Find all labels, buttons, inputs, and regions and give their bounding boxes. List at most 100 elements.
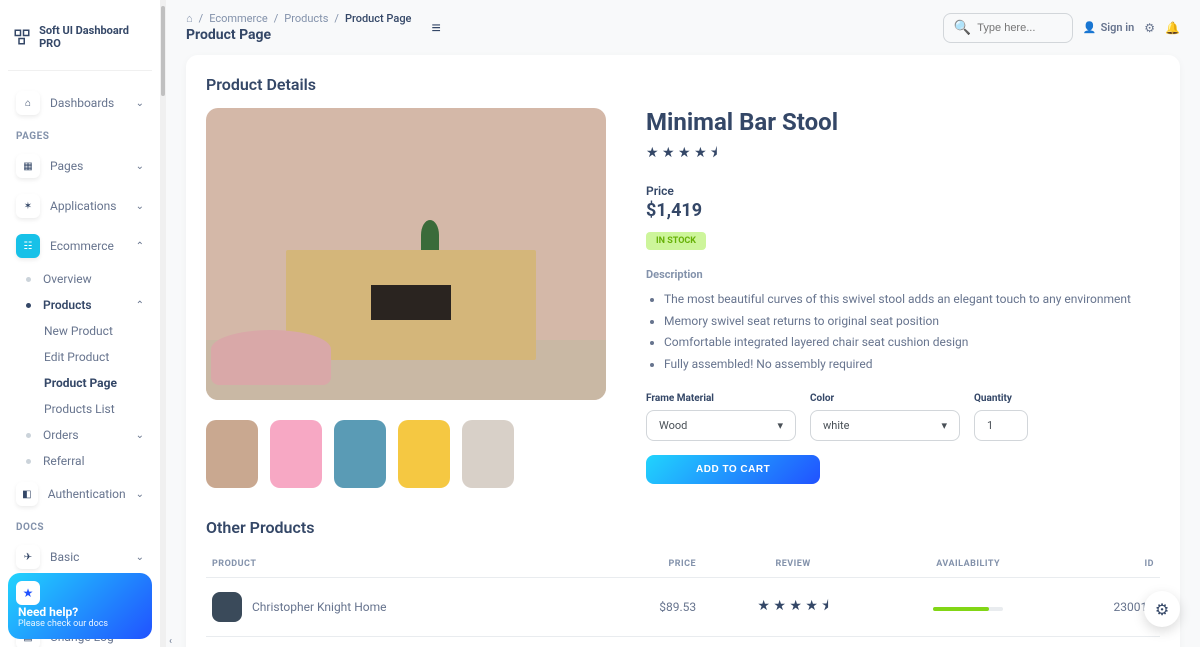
search-icon: 🔍 <box>954 20 971 36</box>
nav-section-pages: PAGES <box>8 123 152 146</box>
chevron-down-icon: ⌄ <box>136 161 144 172</box>
sidebar-subsub-edit-product[interactable]: Edit Product <box>8 344 152 370</box>
col-review: REVIEW <box>702 551 884 578</box>
home-icon[interactable]: ⌂ <box>186 12 193 25</box>
chevron-down-icon: ⌄ <box>136 552 144 563</box>
breadcrumb: ⌂ / Ecommerce / Products / Product Page <box>186 12 411 25</box>
sidebar-item-authentication[interactable]: ◧ Authentication ⌄ <box>8 474 152 514</box>
other-products-table: PRODUCT PRICE REVIEW AVAILABILITY ID Chr… <box>206 551 1160 647</box>
bullet-icon <box>26 459 31 464</box>
chevron-up-icon: ⌃ <box>136 241 144 252</box>
description-item: Memory swivel seat returns to original s… <box>664 311 1160 333</box>
page-title: Product Page <box>186 27 411 43</box>
availability-bar <box>933 607 1003 611</box>
sidebar-sub-orders[interactable]: Orders ⌄ <box>8 422 152 448</box>
product-rating: ★ ★ ★ ★ ⯨ <box>646 142 1160 166</box>
applications-icon: ✶ <box>16 194 40 218</box>
stock-badge: IN STOCK <box>646 232 706 250</box>
product-card: Product Details <box>186 55 1180 647</box>
add-to-cart-button[interactable]: ADD TO CART <box>646 455 820 484</box>
pages-icon: ▦ <box>16 154 40 178</box>
sidebar-item-basic[interactable]: ✈ Basic ⌄ <box>8 537 152 577</box>
description-item: Fully assembled! No assembly required <box>664 354 1160 376</box>
sidebar-item-ecommerce[interactable]: ☷ Ecommerce ⌃ <box>8 226 152 266</box>
rating-stars: ★ ★ ★ ★ ⯨ <box>757 598 829 614</box>
sidebar-item-pages[interactable]: ▦ Pages ⌄ <box>8 146 152 186</box>
quantity-label: Quantity <box>974 393 1028 404</box>
col-id: ID <box>1052 551 1160 578</box>
chevron-down-icon: ⌄ <box>136 430 144 441</box>
sidebar-item-dashboards[interactable]: ⌂ Dashboards ⌄ <box>8 83 152 123</box>
product-thumbnail[interactable] <box>398 420 450 488</box>
basic-icon: ✈ <box>16 545 40 569</box>
product-thumbnail[interactable] <box>462 420 514 488</box>
table-row[interactable]: Christopher Knight Home $89.53 ★ ★ ★ ★ ⯨… <box>206 578 1160 637</box>
sidebar-sub-products[interactable]: Products ⌃ <box>8 292 152 318</box>
product-thumbnail[interactable] <box>270 420 322 488</box>
product-price: $1,419 <box>646 200 1160 221</box>
table-row[interactable]: Bar Height Swivel Barstool $99.99 ★ ★ ★ … <box>206 637 1160 647</box>
sidebar: Soft UI Dashboard PRO ⌂ Dashboards ⌄ PAG… <box>0 0 160 647</box>
search-input[interactable] <box>977 22 1062 34</box>
gear-icon[interactable]: ⚙ <box>1144 21 1155 35</box>
ecommerce-icon: ☷ <box>16 234 40 258</box>
quantity-input[interactable]: 1 <box>974 410 1028 441</box>
sign-in-link[interactable]: 👤 Sign in <box>1083 21 1134 34</box>
authentication-icon: ◧ <box>16 482 38 506</box>
description-item: The most beautiful curves of this swivel… <box>664 289 1160 311</box>
product-thumbnail[interactable] <box>206 420 258 488</box>
color-select[interactable]: white ▾ <box>810 410 960 441</box>
description-item: Comfortable integrated layered chair sea… <box>664 332 1160 354</box>
bell-icon[interactable]: 🔔 <box>1165 21 1180 35</box>
bullet-icon <box>26 433 31 438</box>
description-list: The most beautiful curves of this swivel… <box>646 289 1160 375</box>
product-name: Minimal Bar Stool <box>646 108 1160 136</box>
hamburger-icon[interactable]: ≡ <box>431 18 440 38</box>
chevron-down-icon: ⌄ <box>136 98 144 109</box>
col-availability: AVAILABILITY <box>884 551 1052 578</box>
sidebar-subsub-new-product[interactable]: New Product <box>8 318 152 344</box>
product-main-image[interactable] <box>206 108 606 400</box>
chevron-down-icon: ⌄ <box>136 489 144 500</box>
sidebar-subsub-product-page[interactable]: Product Page <box>8 370 152 396</box>
product-thumbnail[interactable] <box>334 420 386 488</box>
chevron-down-icon: ▾ <box>777 419 783 432</box>
sidebar-sub-overview[interactable]: Overview <box>8 266 152 292</box>
sidebar-subsub-products-list[interactable]: Products List <box>8 396 152 422</box>
sidebar-sub-referral[interactable]: Referral <box>8 448 152 474</box>
topbar: ⌂ / Ecommerce / Products / Product Page … <box>186 12 1180 43</box>
brand-logo[interactable]: Soft UI Dashboard PRO <box>8 16 152 71</box>
product-gallery <box>206 108 606 488</box>
price-label: Price <box>646 184 1160 198</box>
help-title: Need help? <box>18 605 142 619</box>
other-products-heading: Other Products <box>206 518 1160 537</box>
col-price: PRICE <box>602 551 702 578</box>
main-content: ⌂ / Ecommerce / Products / Product Page … <box>166 0 1200 647</box>
dashboard-icon: ⌂ <box>16 91 40 115</box>
frame-material-select[interactable]: Wood ▾ <box>646 410 796 441</box>
frame-material-label: Frame Material <box>646 393 796 404</box>
help-card[interactable]: ★ Need help? Please check our docs <box>8 573 152 639</box>
nav-section-docs: DOCS <box>8 514 152 537</box>
breadcrumb-item-current: Product Page <box>345 12 411 25</box>
section-title: Product Details <box>206 75 1160 94</box>
chevron-down-icon: ▾ <box>941 419 947 432</box>
logo-icon <box>12 27 31 47</box>
description-label: Description <box>646 268 1160 281</box>
brand-name: Soft UI Dashboard PRO <box>39 24 148 50</box>
product-thumb-icon <box>212 592 242 622</box>
gear-icon: ⚙ <box>1155 600 1169 619</box>
user-icon: 👤 <box>1083 21 1097 34</box>
chevron-up-icon: ⌃ <box>136 300 144 311</box>
breadcrumb-item[interactable]: Products <box>284 12 328 25</box>
settings-fab[interactable]: ⚙ <box>1144 591 1180 627</box>
bullet-icon <box>26 277 31 282</box>
color-label: Color <box>810 393 960 404</box>
breadcrumb-item[interactable]: Ecommerce <box>209 12 268 25</box>
chevron-down-icon: ⌄ <box>136 201 144 212</box>
star-icon: ★ <box>16 581 40 605</box>
search-box[interactable]: 🔍 <box>943 13 1073 43</box>
col-product: PRODUCT <box>206 551 602 578</box>
sidebar-item-applications[interactable]: ✶ Applications ⌄ <box>8 186 152 226</box>
product-details: Minimal Bar Stool ★ ★ ★ ★ ⯨ Price $1,419… <box>646 108 1160 488</box>
